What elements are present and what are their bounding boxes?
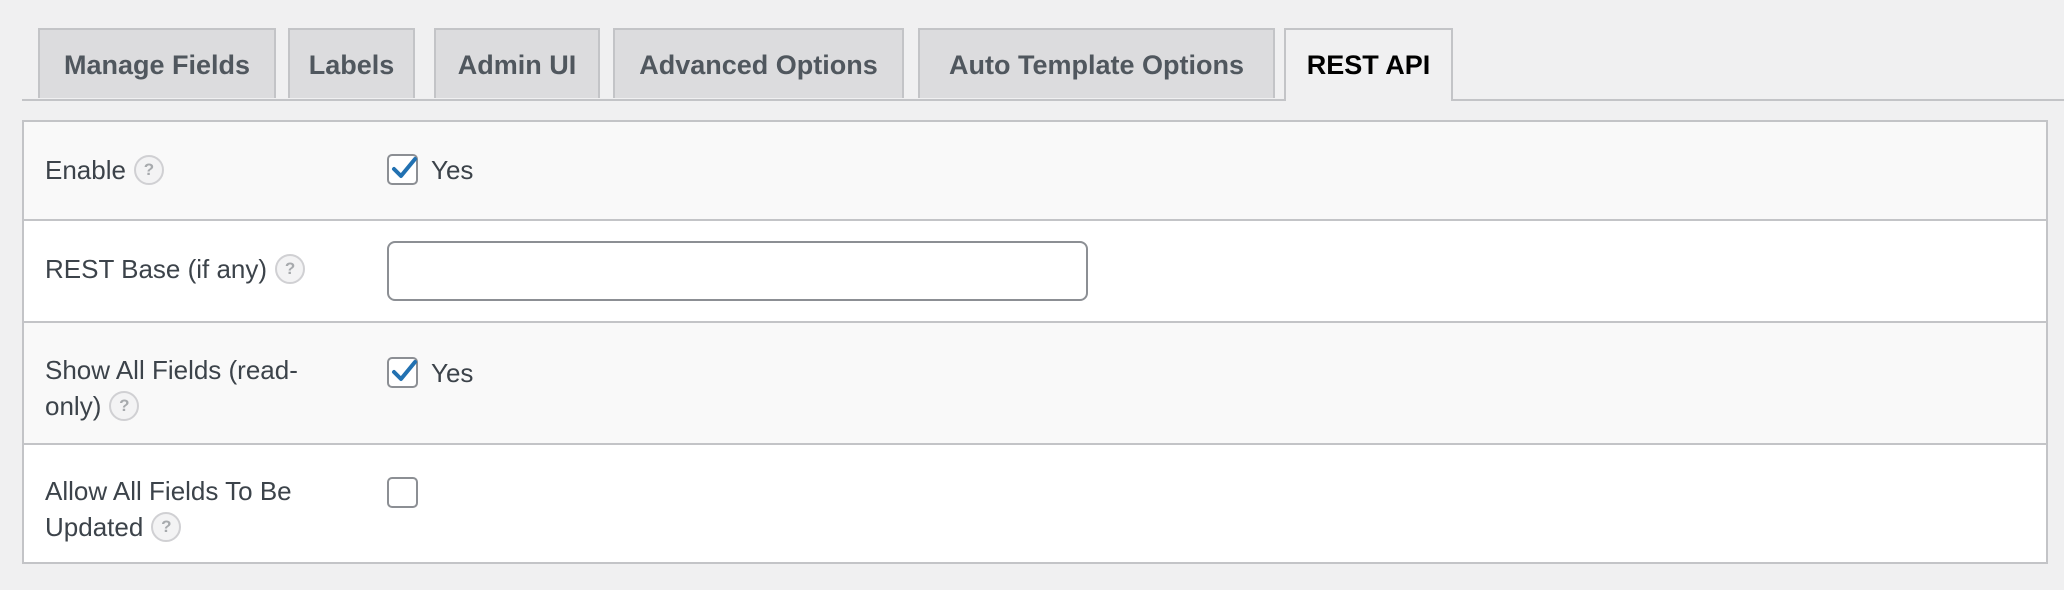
show-all-fields-checkbox[interactable] <box>387 357 418 388</box>
tab-auto-template-options[interactable]: Auto Template Options <box>918 28 1275 98</box>
tab-labels[interactable]: Labels <box>288 28 415 98</box>
allow-all-fields-updated-checkbox[interactable] <box>387 477 418 508</box>
help-icon[interactable]: ? <box>151 512 182 543</box>
show-all-fields-yes-label: Yes <box>431 358 474 388</box>
help-icon[interactable]: ? <box>275 254 306 285</box>
rest-base-row: REST Base (if any)? <box>24 219 2046 321</box>
enable-yes-label: Yes <box>431 155 474 185</box>
help-icon[interactable]: ? <box>133 155 164 186</box>
tab-manage-fields[interactable]: Manage Fields <box>38 28 276 98</box>
enable-row: Enable? Yes <box>24 122 2046 219</box>
show-all-fields-label: Show All Fields (read-only)? <box>45 355 298 422</box>
tab-rest-api[interactable]: REST API <box>1284 28 1453 101</box>
rest-api-settings-panel: Enable? Yes REST Base (if any)? Show All… <box>22 120 2048 564</box>
help-icon[interactable]: ? <box>109 391 140 422</box>
tab-advanced-options[interactable]: Advanced Options <box>613 28 904 98</box>
checkmark-icon <box>392 157 417 178</box>
checkmark-icon <box>392 360 417 381</box>
enable-label: Enable? <box>45 152 345 188</box>
allow-all-fields-updated-row: Allow All Fields To Be Updated? <box>24 443 2046 562</box>
rest-base-input[interactable] <box>387 241 1088 301</box>
allow-all-fields-updated-label: Allow All Fields To Be Updated? <box>45 476 292 543</box>
show-all-fields-row: Show All Fields (read-only)? Yes <box>24 321 2046 443</box>
tab-bar: Manage Fields Labels Admin UI Advanced O… <box>22 28 2064 101</box>
tab-admin-ui[interactable]: Admin UI <box>434 28 600 98</box>
enable-checkbox[interactable] <box>387 154 418 185</box>
rest-base-label: REST Base (if any)? <box>45 251 365 287</box>
